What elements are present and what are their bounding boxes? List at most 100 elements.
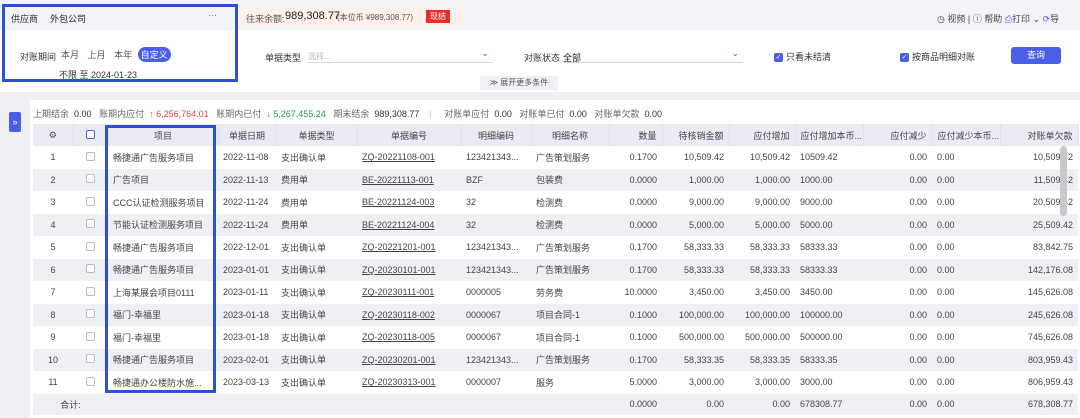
table-row[interactable]: 3 CCC认证检测服务项目 2022-11-24 费用单 BE-20221124-003… (33, 191, 1078, 214)
cell-doc-number[interactable]: ZQ-20221108-001 (357, 146, 461, 169)
cell-row-number: 3 (50, 197, 56, 208)
cell-payable-decrease-local: 0.00 (932, 258, 1000, 281)
balance-label: 往来余额: (246, 14, 285, 24)
cell-doc-number[interactable]: ZQ-20230111-001 (357, 281, 461, 304)
header-item[interactable]: 项目 (108, 124, 219, 146)
cell-payable-increase: 58,333.33 (749, 242, 790, 253)
cell-pending-amount: 10,509.42 (683, 152, 724, 163)
cell-doc-number[interactable]: ZQ-20230201-001 (357, 348, 461, 371)
supplier-value[interactable]: 外包公司 (50, 12, 86, 25)
total-pending-amount: 0.00 (662, 393, 729, 415)
cell-doc-type: 费用单 (281, 197, 309, 208)
cell-doc-number[interactable]: BE-20221113-001 (357, 168, 461, 191)
cell-doc-number[interactable]: ZQ-20230118-005 (357, 326, 461, 349)
cell-quantity: 10.0000 (624, 287, 657, 298)
cell-detail-code: 123421343... (466, 152, 519, 163)
header-doc-type[interactable]: 单据类型 (276, 124, 358, 146)
period-range[interactable]: 不限 至 2024-01-23 (59, 68, 137, 81)
cell-item: 广告项目 (108, 168, 218, 191)
cell-detail-code: 32 (461, 213, 531, 236)
table-row[interactable]: 1 畅捷通广告服务项目 2022-11-08 支出确认单 ZQ-20221108-001… (33, 146, 1078, 169)
table-row[interactable]: 4 节能认证检测服务项目 2022-11-24 费用单 BE-20221124-004 3… (33, 213, 1078, 236)
row-checkbox[interactable] (73, 258, 108, 281)
header-quantity[interactable]: 数量 (609, 124, 663, 146)
header-payable-decrease-local[interactable]: 应付减少本币... (932, 124, 1001, 146)
period-this-year[interactable]: 本年 (111, 47, 135, 62)
table-row[interactable]: 2 广告项目 2022-11-13 费用单 BE-20221113-001 BZF 包装费 0… (33, 168, 1078, 191)
print-button[interactable]: 打印 (1012, 14, 1030, 24)
table-row[interactable]: 11 畅捷通办公楼防水施... 2023-03-13 支出确认单 ZQ-20230313… (33, 371, 1078, 394)
by-item-detail-checkbox[interactable]: ✓ 按商品明细对账 (900, 50, 975, 63)
table-row[interactable]: 10 畅捷通广告服务项目 2023-02-01 支出确认单 ZQ-20230201-00… (33, 348, 1078, 371)
cell-payable-increase-local: 10509.42 (800, 152, 838, 163)
settle-button[interactable]: 现结 (426, 10, 450, 23)
video-link[interactable]: ◷ 视频 | ⓘ 帮助 ⎙打印 ⌄ ⟳导 (937, 12, 1059, 25)
cell-pending-amount: 3,000.00 (688, 377, 724, 388)
header-detail-code[interactable]: 明细编码 (461, 124, 532, 146)
status-value: 全部 (563, 53, 582, 63)
cell-doc-number[interactable]: ZQ-20230118-002 (357, 303, 461, 326)
header-detail-name[interactable]: 明细名称 (531, 124, 610, 146)
statement-table: ⚙ 项目 单据日期 单据类型 单据编号 明细编码 明细名称 数量 待核销金额 应… (33, 124, 1079, 415)
expand-more-button[interactable]: ≫ 展开更多条件 (480, 76, 558, 90)
row-checkbox[interactable] (73, 213, 108, 236)
cell-detail-name: 服务 (536, 377, 555, 388)
select-all-checkbox[interactable] (73, 124, 109, 146)
row-checkbox[interactable] (73, 281, 108, 304)
stmt-owed: 0.00 (644, 109, 662, 119)
balance-local: (本位币 ¥989,308.77) (337, 13, 414, 22)
table-row[interactable]: 5 畅捷通广告服务项目 2022-12-01 支出确认单 ZQ-20221201-001… (33, 236, 1078, 259)
cell-quantity: 0.1700 (609, 258, 662, 281)
period-custom[interactable]: 自定义 (137, 47, 171, 62)
end-balance: 989,308.77 (374, 109, 420, 119)
row-checkbox[interactable] (73, 168, 108, 191)
cell-doc-number[interactable]: ZQ-20221201-001 (357, 236, 461, 259)
header-stmt-owed[interactable]: 对账单欠款 (1000, 124, 1079, 146)
row-checkbox[interactable] (73, 236, 108, 259)
row-checkbox[interactable] (73, 303, 108, 326)
cell-pending-amount: 58,333.35 (662, 348, 729, 371)
cell-doc-type: 支出确认单 (281, 242, 327, 253)
column-settings-icon[interactable]: ⚙ (33, 124, 74, 146)
stmt-owed-label: 对账单欠款 (594, 109, 640, 119)
row-checkbox[interactable] (73, 146, 108, 169)
table-row[interactable]: 6 畅捷通广告服务项目 2023-01-01 支出确认单 ZQ-20230101-001… (33, 258, 1078, 281)
cell-payable-decrease: 0.00 (863, 348, 932, 371)
cell-doc-number[interactable]: ZQ-20230313-001 (357, 371, 461, 394)
header-payable-decrease[interactable]: 应付减少 (863, 124, 933, 146)
header-doc-number[interactable]: 单据编号 (357, 124, 462, 146)
expand-sidebar-button[interactable]: » (9, 112, 21, 132)
header-doc-date[interactable]: 单据日期 (218, 124, 277, 146)
total-quantity: 0.0000 (609, 393, 662, 415)
cell-doc-number[interactable]: BE-20221124-003 (357, 191, 461, 214)
cell-row-number: 2 (33, 168, 73, 191)
header-pending-amount[interactable]: 待核销金额 (662, 124, 730, 146)
table-row[interactable]: 8 福门-幸福里 2023-01-18 支出确认单 ZQ-20230118-002 000… (33, 303, 1078, 326)
cell-payable-increase: 500,000.00 (744, 332, 790, 343)
row-checkbox[interactable] (73, 348, 108, 371)
period-this-month[interactable]: 本月 (58, 47, 82, 62)
cell-quantity: 0.1000 (629, 332, 657, 343)
cell-doc-date: 2022-11-13 (218, 168, 276, 191)
doc-type-select[interactable]: 选择... ⌄ (308, 47, 493, 63)
cell-doc-type: 支出确认单 (281, 377, 327, 388)
unsettled-only-checkbox[interactable]: ✓ 只看未结清 (774, 50, 831, 63)
row-checkbox[interactable] (73, 326, 108, 349)
header-payable-increase-local[interactable]: 应付增加本币... (795, 124, 864, 146)
more-icon[interactable]: ··· (208, 10, 217, 20)
cell-doc-number[interactable]: BE-20221124-004 (357, 213, 461, 236)
table-row[interactable]: 9 福门-幸福里 2023-01-18 支出确认单 ZQ-20230118-005 000… (33, 326, 1078, 349)
query-button[interactable]: 查询 (1011, 47, 1061, 64)
cell-stmt-owed: 806,959.43 (1027, 377, 1073, 388)
cell-doc-number[interactable]: ZQ-20230101-001 (357, 258, 461, 281)
table-row[interactable]: 7 上海某展会项目0111 2023-01-11 支出确认单 ZQ-20230111-0… (33, 281, 1078, 304)
row-checkbox[interactable] (73, 191, 108, 214)
export-button[interactable]: 导 (1050, 14, 1059, 24)
cell-payable-increase-local: 58333.33 (795, 258, 863, 281)
row-checkbox[interactable] (73, 371, 108, 394)
header-payable-increase[interactable]: 应付增加 (729, 124, 796, 146)
period-last-month[interactable]: 上月 (85, 47, 109, 62)
help-label[interactable]: 帮助 (984, 14, 1002, 24)
status-select[interactable]: 全部 ⌄ (563, 47, 743, 63)
table-scrollbar[interactable] (1060, 146, 1067, 216)
